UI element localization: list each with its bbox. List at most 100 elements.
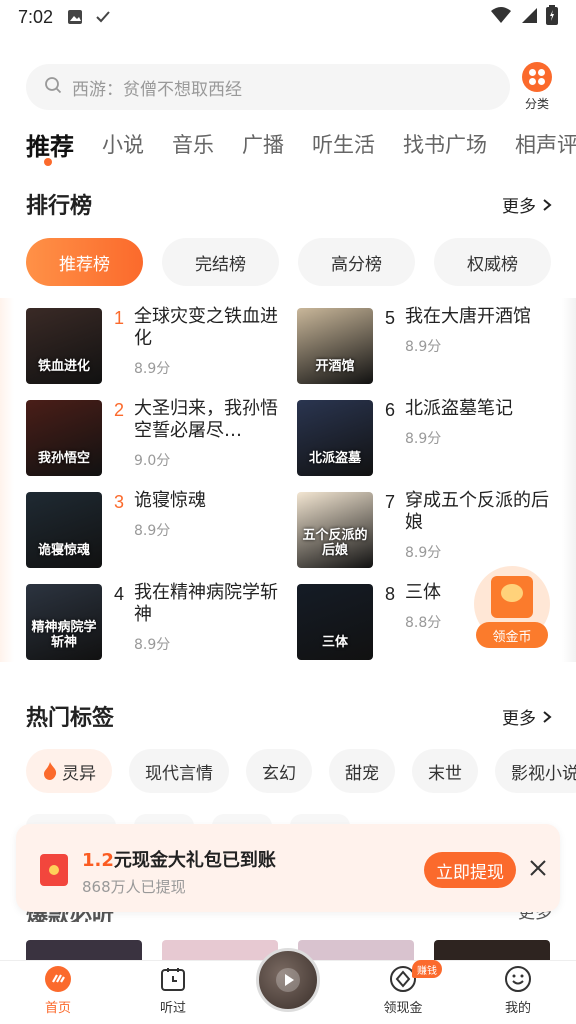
book-title: 大圣归来，我孙悟空誓必屠尽… — [134, 398, 278, 441]
rank-item[interactable]: 北派盗墓 6 北派盗墓笔记 8.9分 — [297, 398, 557, 478]
book-cover-text: 铁血进化 — [37, 359, 90, 374]
hot-tags-more-label: 更多 — [502, 709, 536, 729]
book-score: 8.8分 — [405, 615, 442, 631]
earn-badge: 赚钱 — [412, 960, 442, 978]
hot-tags-more-button[interactable]: 更多 — [502, 704, 552, 729]
play-icon — [276, 968, 300, 992]
chip-recommend[interactable]: 推荐榜 — [26, 238, 143, 286]
active-tab-indicator — [44, 158, 52, 166]
tab-novel[interactable]: 小说 — [102, 129, 144, 159]
book-score: 8.9分 — [405, 545, 442, 561]
book-cover-peek[interactable] — [434, 940, 550, 960]
toast-amount: 1.2 — [82, 850, 114, 871]
ranking-chip-row: 推荐榜 完结榜 高分榜 权威榜 — [26, 238, 551, 286]
book-cover: 开酒馆 — [297, 308, 373, 384]
tab-music[interactable]: 音乐 — [172, 129, 214, 159]
rank-item[interactable]: 开酒馆 5 我在大唐开酒馆 8.9分 — [297, 306, 557, 386]
nav-home[interactable]: 首页 — [18, 965, 98, 1023]
book-cover: 我孙悟空 — [26, 400, 102, 476]
book-cover-peek[interactable] — [298, 940, 414, 960]
search-bar[interactable]: 西游：贫僧不想取西经 — [26, 64, 510, 110]
rank-number: 3 — [114, 492, 125, 512]
close-icon[interactable] — [528, 858, 548, 878]
tab-crosstalk[interactable]: 相声评书 — [515, 129, 576, 159]
chip-completed[interactable]: 完结榜 — [162, 238, 279, 286]
rank-item[interactable]: 我孙悟空 2 大圣归来，我孙悟空誓必屠尽… 9.0分 — [26, 398, 286, 478]
rank-item[interactable]: 精神病院学斩神 4 我在精神病院学斩神 8.9分 — [26, 582, 286, 662]
book-cover: 精神病院学斩神 — [26, 584, 102, 660]
tab-life[interactable]: 听生活 — [312, 129, 375, 159]
book-cover-peek[interactable] — [162, 940, 278, 960]
image-notification-icon — [67, 9, 83, 25]
check-notification-icon — [95, 9, 111, 25]
toast-subtext: 868万人已提现 — [82, 878, 186, 896]
search-icon — [44, 76, 62, 98]
status-bar: 7:02 — [0, 0, 576, 34]
rank-number: 6 — [385, 400, 396, 420]
book-cover-text: 精神病院学斩神 — [31, 620, 97, 650]
nav-earn-cash-label: 领现金 — [383, 1001, 423, 1016]
player-button[interactable] — [256, 948, 320, 1012]
tab-radio[interactable]: 广播 — [242, 129, 284, 159]
book-cover-text: 开酒馆 — [315, 359, 355, 374]
book-cover: 诡寝惊魂 — [26, 492, 102, 568]
tag-tv-novel[interactable]: 影视小说 — [495, 749, 576, 793]
book-title: 穿成五个反派的后娘 — [405, 490, 549, 533]
book-cover: 北派盗墓 — [297, 400, 373, 476]
tab-recommend[interactable]: 推荐 — [26, 127, 74, 162]
cash-toast: 1.2元现金大礼包已到账 868万人已提现 立即提现 — [16, 824, 560, 912]
rank-number: 8 — [385, 584, 396, 604]
chevron-right-icon — [543, 198, 552, 211]
category-icon — [522, 62, 552, 92]
book-cover: 五个反派的后娘 — [297, 492, 373, 568]
hot-tags-title: 热门标签 — [26, 706, 115, 731]
rank-item[interactable]: 诡寝惊魂 3 诡寝惊魂 8.9分 — [26, 490, 286, 570]
rank-number: 4 — [114, 584, 125, 604]
history-icon — [159, 965, 187, 993]
book-score: 8.9分 — [134, 361, 171, 377]
channel-tabs: 推荐 小说 音乐 广播 听生活 找书广场 相声评书 — [26, 122, 576, 166]
tag-fantasy[interactable]: 玄幻 — [246, 749, 312, 793]
toast-message-text: 元现金大礼包已到账 — [113, 850, 276, 871]
tag-modern-romance[interactable]: 现代言情 — [129, 749, 229, 793]
tag-apocalypse[interactable]: 末世 — [412, 749, 478, 793]
toast-message: 1.2元现金大礼包已到账 — [82, 846, 276, 872]
rank-number: 5 — [385, 308, 396, 328]
tag-sweet[interactable]: 甜宠 — [329, 749, 395, 793]
wifi-icon — [490, 6, 512, 29]
rank-item[interactable]: 五个反派的后娘 7 穿成五个反派的后娘 8.9分 — [297, 490, 557, 570]
rank-number: 1 — [114, 308, 125, 328]
book-score: 8.9分 — [405, 339, 442, 355]
book-score: 8.9分 — [405, 431, 442, 447]
withdraw-button[interactable]: 立即提现 — [424, 852, 516, 888]
book-score: 8.9分 — [134, 637, 171, 653]
tag-label: 灵异 — [62, 763, 96, 784]
book-cover-text: 五个反派的后娘 — [302, 528, 368, 558]
book-cover-text: 北派盗墓 — [308, 451, 361, 466]
book-title: 诡寝惊魂 — [134, 490, 206, 511]
ranking-title: 排行榜 — [26, 194, 93, 219]
book-cover-peek[interactable] — [26, 940, 142, 960]
category-button[interactable]: 分类 — [516, 62, 558, 114]
rank-number: 2 — [114, 400, 125, 420]
coin-float-label: 领金币 — [476, 622, 548, 648]
book-score: 9.0分 — [134, 453, 171, 469]
red-packet-icon — [40, 854, 68, 886]
coin-float-button[interactable]: 领金币 — [474, 566, 550, 648]
ranking-more-button[interactable]: 更多 — [502, 192, 552, 217]
chip-authority[interactable]: 权威榜 — [434, 238, 551, 286]
nav-profile[interactable]: 我的 — [478, 965, 558, 1023]
rank-item[interactable]: 铁血进化 1 全球灾变之铁血进化 8.9分 — [26, 306, 286, 386]
book-cover: 三体 — [297, 584, 373, 660]
flame-icon — [44, 762, 57, 780]
tab-book-plaza[interactable]: 找书广场 — [403, 129, 487, 159]
tag-supernatural[interactable]: 灵异 — [26, 749, 112, 793]
profile-icon — [504, 965, 532, 993]
chip-high-score[interactable]: 高分榜 — [298, 238, 415, 286]
chevron-right-icon — [543, 710, 552, 723]
nav-history[interactable]: 听过 — [133, 965, 213, 1023]
status-time: 7:02 — [18, 6, 54, 27]
nav-history-label: 听过 — [159, 1001, 186, 1016]
book-cover-text: 三体 — [321, 635, 348, 650]
search-placeholder: 西游：贫僧不想取西经 — [72, 79, 242, 100]
